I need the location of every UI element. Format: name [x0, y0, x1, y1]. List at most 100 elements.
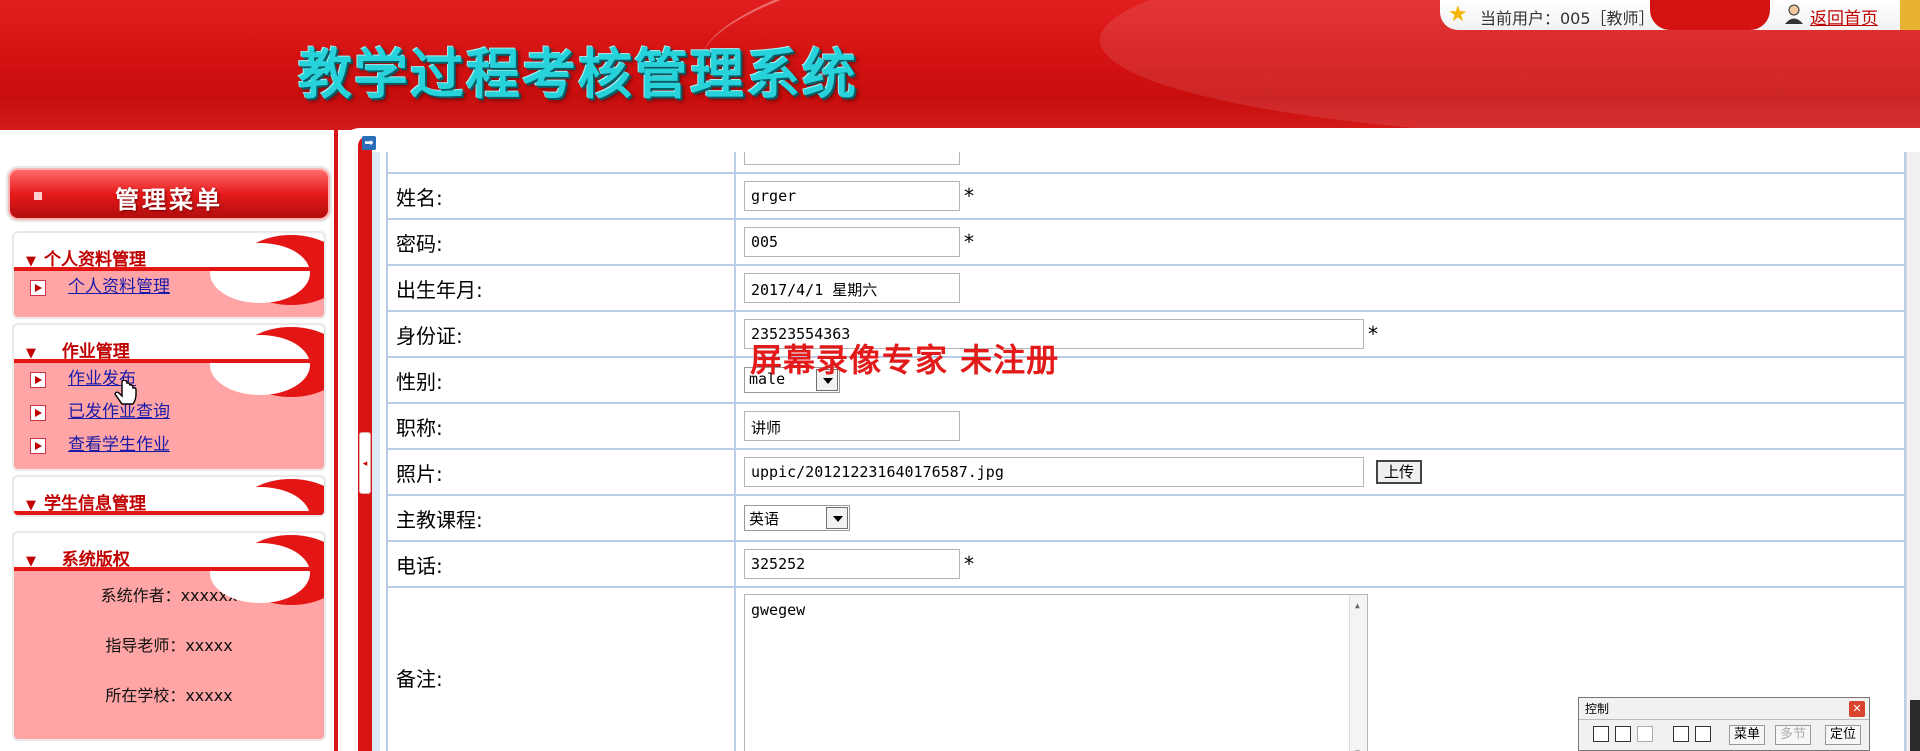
upload-button[interactable]: 上传 [1376, 460, 1423, 484]
remark-text: gwegew [751, 601, 806, 619]
expand-arrow-icon[interactable]: ➡ [362, 136, 376, 150]
panel-title[interactable]: ▼ 学生信息管理 [26, 489, 146, 514]
field-value: grger * [734, 172, 1906, 220]
field-label-photo: 照片: [386, 448, 736, 496]
control-titlebar: 控制 ✕ [1579, 698, 1869, 720]
header-banner: 教学过程考核管理系统 ★ 当前用户：005［教师］ 返回首页 [0, 0, 1920, 130]
field-label [386, 152, 736, 174]
field-value: 325252 * [734, 540, 1906, 588]
panel-title[interactable]: ▼ 个人资料管理 [26, 245, 146, 270]
field-label-phone: 电话: [386, 540, 736, 588]
field-value: 005 * [734, 218, 1906, 266]
arrow-right-icon [30, 372, 46, 388]
triangle-down-icon: ▼ [26, 498, 36, 513]
panel-personal: ▼ 个人资料管理 个人资料管理 [12, 231, 326, 319]
scroll-up-icon[interactable]: ▲ [1355, 601, 1360, 610]
table-row: 出生年月: 2017/4/1 星期六 [386, 264, 1906, 312]
panel-title[interactable]: ▼ 系统版权 [26, 545, 130, 570]
phone-input[interactable]: 325252 [744, 549, 960, 579]
job-title-input[interactable]: 讲师 [744, 411, 960, 441]
table-row: 电话: 325252 * [386, 540, 1906, 588]
course-selected-value: 英语 [749, 510, 780, 528]
sidebar-item-label: 个人资料管理 [68, 277, 170, 297]
panel-homework: ▼ 作业管理 作业发布 已发作业查询 查看学生作业 [12, 323, 326, 471]
teacher-info-form: 姓名: grger * 密码: 005 * 出生年月: 2017/4/1 星期六 身… [386, 152, 1906, 751]
name-input[interactable]: grger [744, 181, 960, 211]
panel-title-text: 作业管理 [61, 342, 130, 362]
recorder-watermark: 屏幕录像专家 未注册 [750, 341, 1060, 379]
window-icon[interactable] [1673, 726, 1689, 742]
locate-button[interactable]: 定位 [1825, 725, 1862, 745]
table-row: 性别: male [386, 356, 1906, 404]
table-row: 职称: 讲师 [386, 402, 1906, 450]
field-value: 2017/4/1 星期六 [734, 264, 1906, 312]
chevron-down-icon [826, 507, 848, 529]
triangle-down-icon: ▼ [26, 346, 36, 361]
pause-icon[interactable] [1637, 726, 1653, 742]
copyright-advisor: 指导老师：xxxxx [105, 636, 233, 655]
table-row: 照片: uppic/201212231640176587.jpg 上传 [386, 448, 1906, 496]
required-mark: * [1368, 322, 1378, 346]
fullscreen-icon[interactable] [1695, 726, 1711, 742]
table-row: 密码: 005 * [386, 218, 1906, 266]
top-user-bar: ★ 当前用户：005［教师］ 返回首页 [1440, 0, 1920, 30]
required-mark: * [964, 230, 974, 254]
menu-header: 管理菜单 [8, 168, 330, 220]
panel-curve [210, 543, 310, 603]
birth-date-input[interactable]: 2017/4/1 星期六 [744, 273, 960, 303]
field-label-name: 姓名: [386, 172, 736, 220]
panel-title[interactable]: ▼ 作业管理 [26, 337, 130, 362]
current-user-label: 当前用户：005［教师］ [1480, 9, 1655, 28]
panel-title-text: 学生信息管理 [44, 494, 146, 514]
control-buttons: 菜单 多节 定位 [1579, 720, 1869, 750]
field-value: 英语 [734, 494, 1906, 542]
collapse-sidebar-handle[interactable]: ◂ [359, 432, 371, 494]
play-icon[interactable] [1593, 726, 1609, 742]
panel-title-text: 个人资料管理 [44, 250, 146, 270]
table-row: 主教课程: 英语 [386, 494, 1906, 542]
panel-header: ▼ 个人资料管理 [14, 233, 324, 305]
field-label-gender: 性别: [386, 356, 736, 404]
arrow-right-icon [30, 405, 46, 421]
panel-copyright: ▼ 系统版权 系统作者：xxxxxx 指导老师：xxxxx 所在学校：xxxxx [12, 531, 326, 741]
panel-header: ▼ 学生信息管理 [14, 477, 324, 515]
panel-header: ▼ 作业管理 [14, 325, 324, 397]
topbar-edge [1900, 0, 1920, 30]
hand-cursor-icon [114, 380, 137, 405]
password-input[interactable]: 005 [744, 227, 960, 257]
photo-path-input[interactable]: uppic/201212231640176587.jpg [744, 457, 1364, 487]
sidebar: 管理菜单 ▼ 个人资料管理 个人资料管理 ▼ 作业管理 作业发布 已发作业查询 [0, 130, 338, 751]
user-icon [1785, 4, 1803, 24]
field-value [734, 152, 1906, 174]
table-row [386, 152, 1906, 174]
arrow-right-icon [30, 438, 46, 454]
menu-button[interactable]: 菜单 [1729, 725, 1766, 745]
hidden-field[interactable] [744, 152, 960, 165]
course-select[interactable]: 英语 [744, 505, 850, 531]
home-link[interactable]: 返回首页 [1810, 4, 1878, 29]
arrow-right-icon [30, 280, 46, 296]
sidebar-item-homework-query[interactable]: 已发作业查询 [14, 396, 324, 429]
field-value: 讲师 [734, 402, 1906, 450]
control-title: 控制 [1585, 702, 1610, 716]
close-icon[interactable]: ✕ [1849, 701, 1865, 717]
field-label-remark: 备注: [386, 586, 736, 751]
remark-textarea[interactable]: gwegew ▲▼ [744, 594, 1368, 751]
page-scrollbar[interactable] [1906, 152, 1920, 751]
edge-strip [1910, 700, 1920, 751]
stop-icon[interactable] [1615, 726, 1631, 742]
textarea-scrollbar[interactable]: ▲▼ [1349, 595, 1367, 751]
field-value: uppic/201212231640176587.jpg 上传 [734, 448, 1906, 496]
sidebar-item-publish-homework[interactable]: 作业发布 [14, 363, 324, 396]
triangle-down-icon: ▼ [26, 254, 36, 269]
sidebar-item-personal-info[interactable]: 个人资料管理 [14, 271, 324, 304]
multi-section-button[interactable]: 多节 [1775, 725, 1812, 745]
sidebar-item-view-student-homework[interactable]: 查看学生作业 [14, 429, 324, 462]
panel-header: ▼ 系统版权 [14, 533, 324, 605]
app-title: 教学过程考核管理系统 [298, 42, 858, 106]
topbar-cap [1650, 0, 1770, 30]
star-icon: ★ [1448, 2, 1468, 27]
field-label-course: 主教课程: [386, 494, 736, 542]
table-row: 姓名: grger * [386, 172, 1906, 220]
required-mark: * [964, 552, 974, 576]
